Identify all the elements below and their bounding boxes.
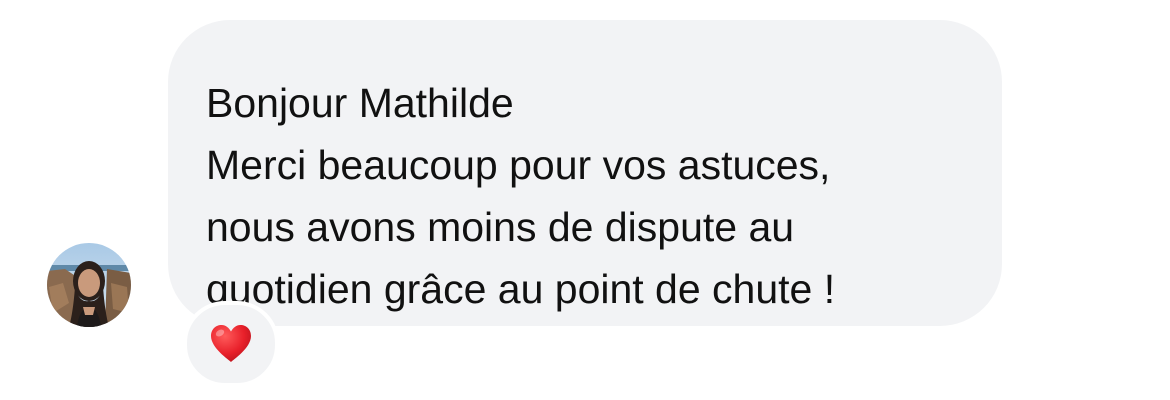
message-bubble[interactable]: Bonjour Mathilde Merci beaucoup pour vos… bbox=[168, 20, 1002, 326]
profile-photo-icon bbox=[47, 243, 131, 327]
message-line: quotidien grâce au point de chute ! bbox=[206, 266, 836, 312]
red-heart-icon bbox=[211, 325, 251, 362]
reaction-badge[interactable] bbox=[183, 301, 279, 387]
message-thread: Bonjour Mathilde Merci beaucoup pour vos… bbox=[0, 0, 1170, 400]
message-line: nous avons moins de dispute au bbox=[206, 204, 795, 250]
message-line: Merci beaucoup pour vos astuces, bbox=[206, 142, 831, 188]
message-greeting: Bonjour Mathilde bbox=[206, 80, 514, 126]
sender-avatar[interactable] bbox=[47, 243, 131, 327]
